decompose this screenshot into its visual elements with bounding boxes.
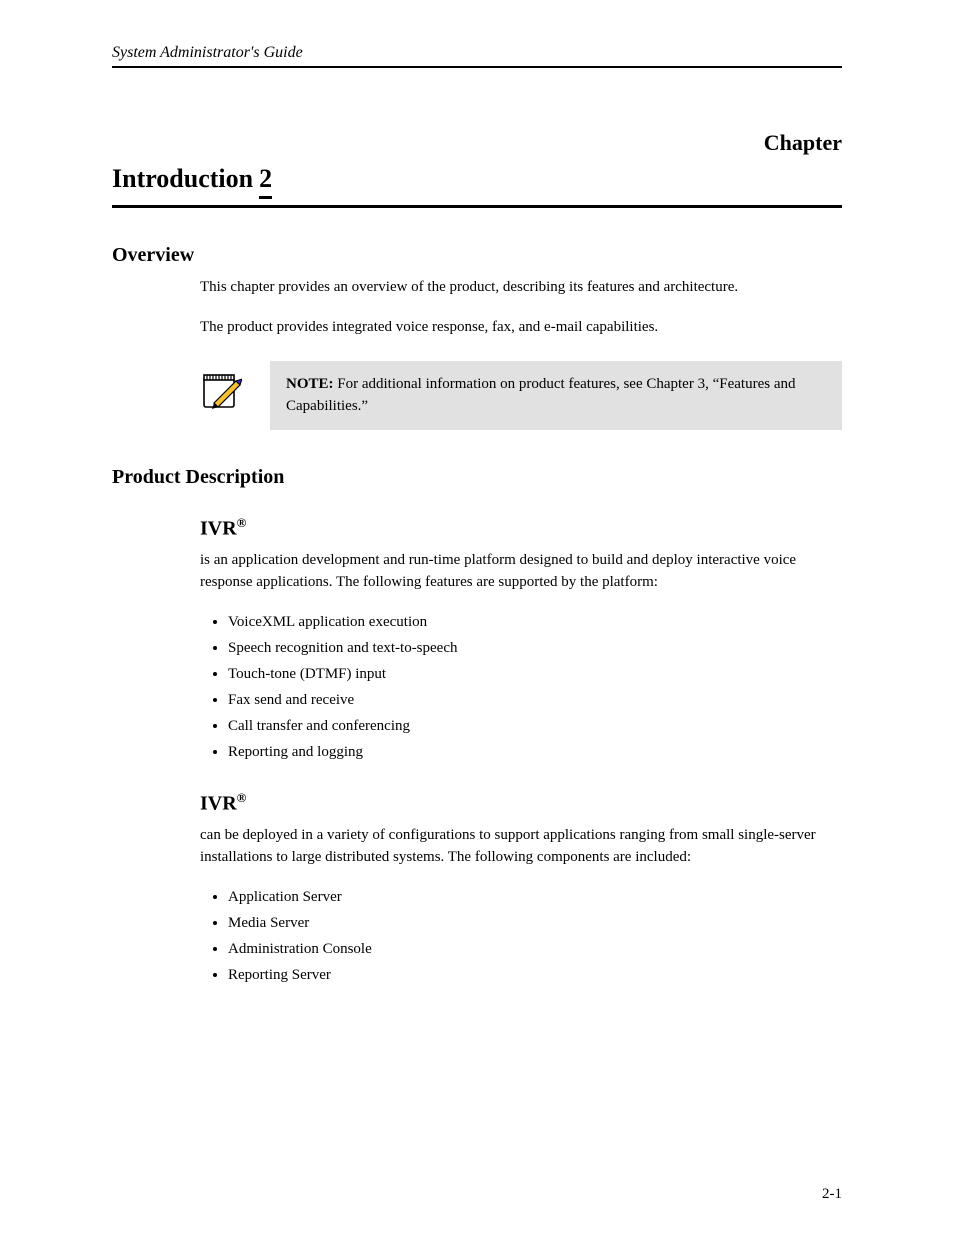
overview-p1: This chapter provides an overview of the… [200, 277, 842, 299]
notepad-icon [200, 369, 242, 411]
desc-list-1: VoiceXML application execution Speech re… [200, 612, 842, 763]
list-item: Touch-tone (DTMF) input [228, 664, 842, 686]
list-item: Reporting Server [228, 965, 842, 987]
brand-2: IVR [200, 792, 237, 814]
desc-list-2: Application Server Media Server Administ… [200, 887, 842, 987]
desc-p1: is an application development and run-ti… [200, 550, 842, 594]
list-item: Application Server [228, 887, 842, 909]
list-item: Fax send and receive [228, 690, 842, 712]
page-number: 2-1 [822, 1186, 842, 1203]
desc-body-2: can be deployed in a variety of configur… [200, 825, 842, 869]
desc-sub2: IVR® [200, 790, 842, 816]
overview-p2: The product provides integrated voice re… [200, 317, 842, 339]
note-text: For additional information on product fe… [334, 376, 713, 392]
note-label: NOTE: [286, 376, 334, 392]
chapter-number: 2 [259, 164, 272, 199]
desc-body-1: is an application development and run-ti… [200, 550, 842, 594]
registered-mark-icon: ® [237, 515, 247, 530]
list-item: Reporting and logging [228, 742, 842, 764]
list-item: VoiceXML application execution [228, 612, 842, 634]
section-heading-overview: Overview [112, 244, 842, 267]
brand-1: IVR [200, 517, 237, 539]
chapter-title: Introduction [112, 164, 253, 194]
desc-sub1: IVR® [200, 515, 842, 541]
list-item: Media Server [228, 913, 842, 935]
overview-body: This chapter provides an overview of the… [200, 277, 842, 339]
list-item: Administration Console [228, 939, 842, 961]
note-icon-cell [200, 361, 270, 411]
section-heading-desc: Product Description [112, 466, 842, 489]
list-item: Call transfer and conferencing [228, 716, 842, 738]
registered-mark-icon: ® [237, 790, 247, 805]
note-block: NOTE: For additional information on prod… [200, 361, 842, 430]
running-header: System Administrator's Guide [112, 44, 842, 62]
note-box: NOTE: For additional information on prod… [270, 361, 842, 430]
desc-p2: can be deployed in a variety of configur… [200, 825, 842, 869]
chapter-label: Chapter [112, 130, 842, 156]
chapter-divider [112, 205, 842, 208]
header-divider [112, 66, 842, 68]
list-item: Speech recognition and text-to-speech [228, 638, 842, 660]
page: System Administrator's Guide Chapter Int… [0, 0, 954, 1235]
chapter-title-row: Introduction 2 [112, 164, 842, 199]
